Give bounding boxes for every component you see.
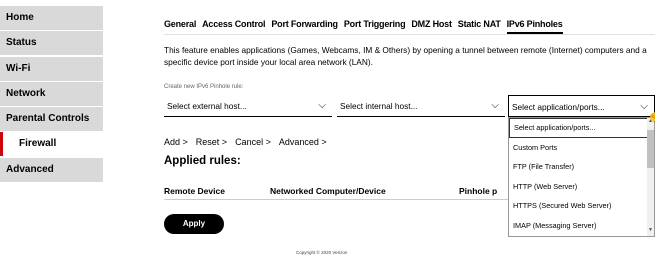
option-ftp[interactable]: FTP (File Transfer) <box>509 157 654 177</box>
page-description: This feature enables applications (Games… <box>164 44 655 68</box>
column-remote-device: Remote Device <box>164 186 225 196</box>
firewall-tabs: General Access Control Port Forwarding P… <box>164 19 569 34</box>
sidebar-nav: Home Status Wi-Fi Network Parental Contr… <box>0 6 103 183</box>
apply-button[interactable]: Apply <box>164 214 224 234</box>
internal-host-value: Select internal host... <box>340 101 418 111</box>
sidebar-item-parental-controls[interactable]: Parental Controls <box>0 107 103 132</box>
description-line-2: specific device port inside your local a… <box>164 57 373 67</box>
chevron-down-icon: ⌵ <box>491 100 499 111</box>
tab-ipv6-pinholes[interactable]: IPv6 Pinholes <box>506 19 563 34</box>
sidebar-item-firewall[interactable]: Firewall <box>0 132 103 157</box>
sidebar-item-status[interactable]: Status <box>0 31 103 56</box>
application-ports-value: Select application/ports... <box>512 102 605 112</box>
application-ports-select[interactable]: Select application/ports... ⌵ <box>508 95 655 117</box>
internal-host-select[interactable]: Select internal host... ⌵ <box>337 95 505 117</box>
tab-static-nat[interactable]: Static NAT <box>458 19 501 34</box>
scroll-down-icon[interactable]: ▼ <box>647 227 654 236</box>
sidebar-item-advanced[interactable]: Advanced <box>0 157 103 182</box>
tab-access-control[interactable]: Access Control <box>202 19 265 34</box>
column-pinhole-ports: Pinhole p <box>459 186 498 196</box>
option-https[interactable]: HTTPS (Secured Web Server) <box>509 196 654 216</box>
external-host-value: Select external host... <box>167 101 247 111</box>
option-imap[interactable]: IMAP (Messaging Server) <box>509 216 654 236</box>
application-ports-dropdown: Select application/ports... Custom Ports… <box>508 117 655 237</box>
add-link[interactable]: Add > <box>164 137 188 147</box>
tab-port-forwarding[interactable]: Port Forwarding <box>271 19 338 34</box>
option-select-application[interactable]: Select application/ports... <box>509 118 654 138</box>
advanced-link[interactable]: Advanced > <box>279 137 327 147</box>
tab-port-triggering[interactable]: Port Triggering <box>344 19 406 34</box>
option-http[interactable]: HTTP (Web Server) <box>509 177 654 197</box>
description-line-1: This feature enables applications (Games… <box>164 45 647 55</box>
reset-link[interactable]: Reset > <box>196 137 227 147</box>
column-networked-device: Networked Computer/Device <box>270 186 386 196</box>
option-custom-ports[interactable]: Custom Ports <box>509 138 654 158</box>
scrollbar-thumb[interactable] <box>647 130 654 168</box>
copyright-text: Copyright © 2020 Verizon <box>296 250 348 255</box>
tab-general[interactable]: General <box>164 19 196 34</box>
chevron-down-icon: ⌵ <box>318 100 326 111</box>
cancel-link[interactable]: Cancel > <box>235 137 271 147</box>
sidebar-item-home[interactable]: Home <box>0 6 103 30</box>
external-host-select[interactable]: Select external host... ⌵ <box>164 95 332 117</box>
tab-dmz-host[interactable]: DMZ Host <box>411 19 452 34</box>
tabs-divider <box>164 34 655 35</box>
dropdown-scrollbar[interactable]: ▲ ▼ <box>647 118 654 236</box>
sidebar-item-network[interactable]: Network <box>0 81 103 106</box>
rule-actions: Add > Reset > Cancel > Advanced > <box>164 137 335 147</box>
create-rule-label: Create new IPv6 Pinhole rule: <box>164 84 244 90</box>
hand-cursor-icon: ☝ <box>647 108 655 122</box>
applied-rules-title: Applied rules: <box>164 155 241 167</box>
sidebar-item-wifi[interactable]: Wi-Fi <box>0 56 103 81</box>
